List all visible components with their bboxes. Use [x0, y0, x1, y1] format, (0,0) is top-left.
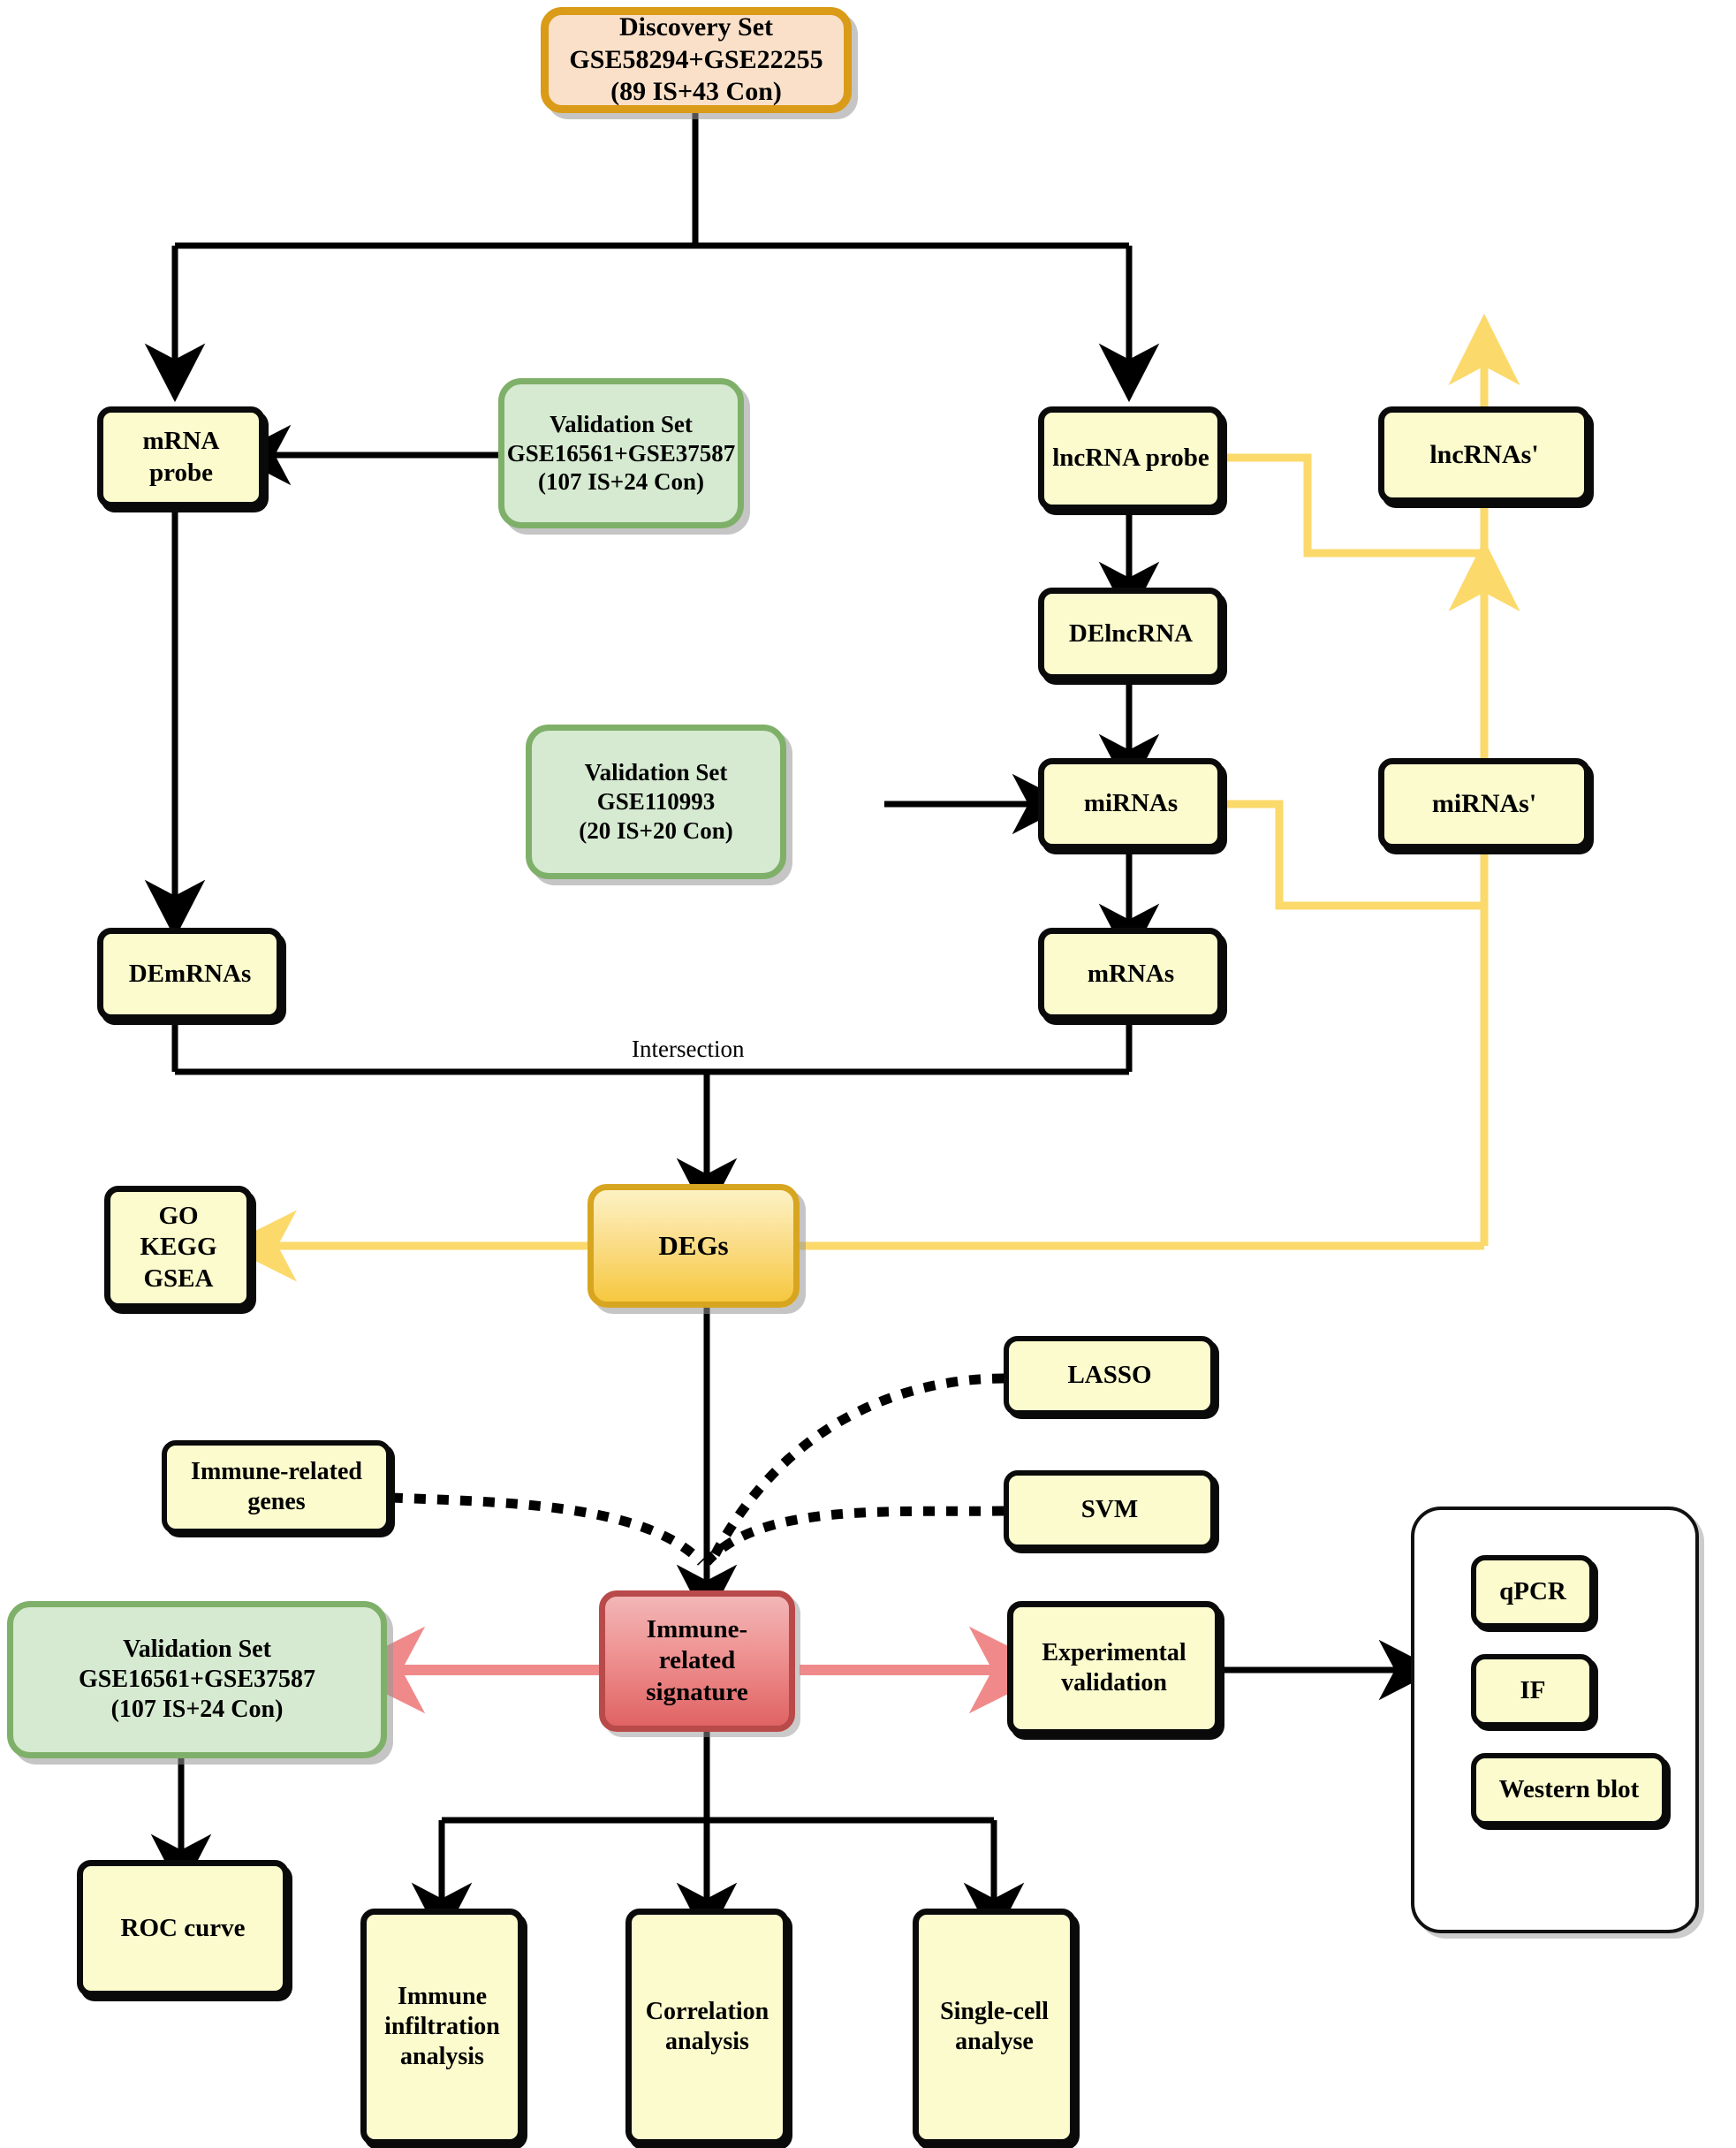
node-mirnas[interactable]: miRNAs [1038, 758, 1224, 850]
node-immune-signature[interactable]: Immune-related signature [599, 1590, 795, 1732]
node-lasso[interactable]: LASSO [1004, 1336, 1216, 1416]
node-correlation-analysis[interactable]: Correlation analysis [625, 1909, 789, 2145]
node-discovery-set-label: Discovery Set GSE58294+GSE22255 (89 IS+4… [569, 12, 823, 107]
yellow-connectors [225, 314, 1520, 1282]
node-roc-curve[interactable]: ROC curve [77, 1860, 289, 1997]
node-if[interactable]: IF [1471, 1654, 1595, 1727]
node-western-blot-label: Western blot [1498, 1774, 1640, 1803]
node-enrichment[interactable]: GO KEGG GSEA [104, 1186, 253, 1309]
node-mirnas-prime[interactable]: miRNAs' [1378, 758, 1590, 850]
node-validation-set-1-label: Validation Set GSE16561+GSE37587 (107 IS… [506, 410, 736, 496]
node-degs[interactable]: DEGs [588, 1184, 800, 1308]
node-western-blot[interactable]: Western blot [1471, 1753, 1667, 1826]
node-validation-set-2[interactable]: Validation Set GSE110993 (20 IS+20 Con) [526, 725, 786, 879]
flowchart-canvas: Discovery Set GSE58294+GSE22255 (89 IS+4… [0, 0, 1736, 2148]
node-lasso-label: LASSO [1067, 1361, 1152, 1390]
intersection-text: Intersection [632, 1036, 745, 1062]
node-lncrna-probe[interactable]: lncRNA probe [1038, 406, 1224, 511]
node-validation-set-3[interactable]: Validation Set GSE16561+GSE37587 (107 IS… [7, 1601, 387, 1758]
node-enrichment-label: GO KEGG GSEA [140, 1201, 217, 1293]
node-delncrna[interactable]: DElncRNA [1038, 588, 1224, 680]
node-demrnas[interactable]: DEmRNAs [97, 928, 283, 1021]
node-mrnas[interactable]: mRNAs [1038, 928, 1224, 1021]
node-mrna-probe[interactable]: mRNA probe [97, 406, 265, 508]
node-degs-label: DEGs [658, 1230, 729, 1262]
node-svm[interactable]: SVM [1004, 1470, 1216, 1550]
node-delncrna-label: DElncRNA [1068, 619, 1194, 648]
node-qpcr-label: qPCR [1499, 1576, 1566, 1605]
node-mirnas-label: miRNAs [1083, 789, 1179, 818]
node-correlation-analysis-label: Correlation analysis [645, 1997, 769, 2055]
node-validation-set-2-label: Validation Set GSE110993 (20 IS+20 Con) [579, 759, 733, 844]
node-experimental-validation[interactable]: Experimental validation [1007, 1601, 1221, 1735]
dotted-connectors [390, 1373, 1004, 1566]
edge-label-intersection: Intersection [632, 1036, 744, 1063]
node-discovery-set[interactable]: Discovery Set GSE58294+GSE22255 (89 IS+4… [541, 7, 852, 113]
node-mrna-probe-label: mRNA probe [142, 427, 220, 487]
node-validation-set-3-label: Validation Set GSE16561+GSE37587 (107 IS… [78, 1635, 315, 1724]
node-experimental-validation-label: Experimental validation [1042, 1638, 1186, 1696]
node-lncrnas-prime-label: lncRNAs' [1429, 439, 1539, 469]
node-single-cell-label: Single-cell analyse [940, 1997, 1049, 2055]
node-immune-infiltration-label: Immune infiltration analysis [384, 1982, 500, 2071]
node-lncrnas-prime[interactable]: lncRNAs' [1378, 406, 1590, 504]
node-if-label: IF [1520, 1675, 1546, 1704]
node-immune-infiltration[interactable]: Immune infiltration analysis [360, 1909, 524, 2145]
node-immune-related-genes-label: Immune-related genes [191, 1457, 362, 1515]
node-validation-set-1[interactable]: Validation Set GSE16561+GSE37587 (107 IS… [498, 378, 744, 528]
node-roc-curve-label: ROC curve [120, 1913, 246, 1942]
node-demrnas-label: DEmRNAs [128, 959, 252, 988]
node-immune-related-genes[interactable]: Immune-related genes [162, 1440, 391, 1534]
node-immune-signature-label: Immune-related signature [646, 1614, 748, 1706]
node-mirnas-prime-label: miRNAs' [1431, 788, 1537, 818]
node-qpcr[interactable]: qPCR [1471, 1555, 1595, 1628]
node-single-cell[interactable]: Single-cell analyse [913, 1909, 1076, 2145]
node-lncrna-probe-label: lncRNA probe [1052, 444, 1209, 473]
node-mrnas-label: mRNAs [1087, 959, 1175, 988]
node-svm-label: SVM [1080, 1495, 1139, 1524]
